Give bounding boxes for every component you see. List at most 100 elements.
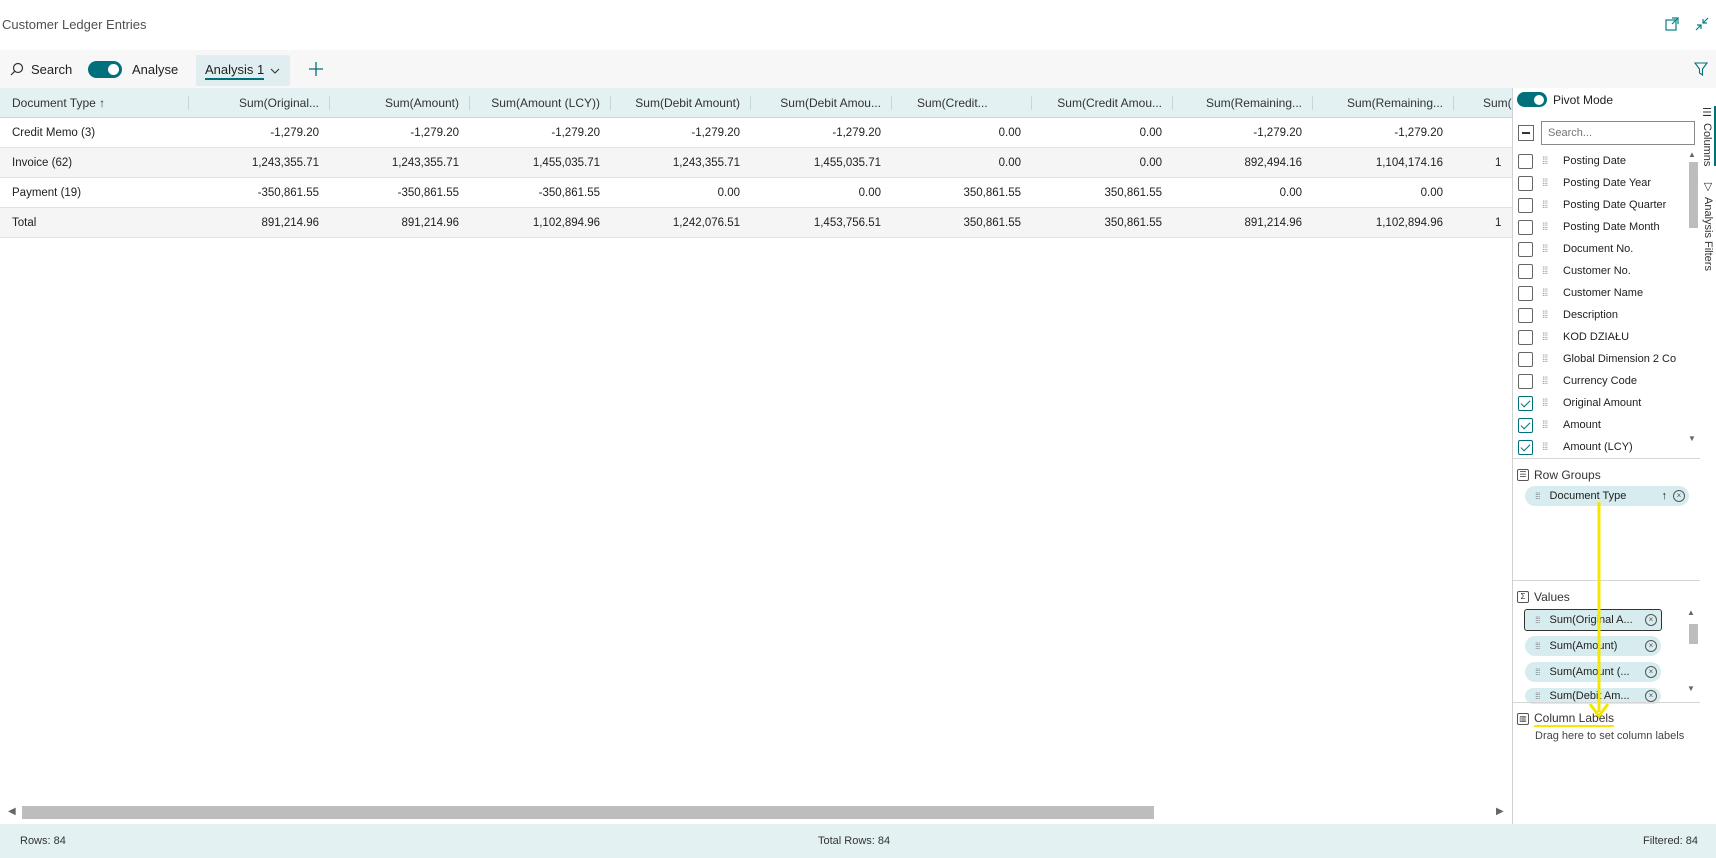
column-search-input[interactable] <box>1541 121 1695 145</box>
header-document-type[interactable]: Document Type ↑ <box>2 88 188 118</box>
scrollbar-thumb[interactable] <box>22 806 1154 819</box>
collapse-icon[interactable] <box>1694 16 1710 32</box>
remove-icon[interactable]: × <box>1645 640 1657 652</box>
scroll-down-icon[interactable]: ▼ <box>1688 434 1696 443</box>
header-cell[interactable]: Sum(Debit Amount) <box>610 88 750 118</box>
scroll-up-icon[interactable]: ▲ <box>1687 608 1695 617</box>
header-cell[interactable]: Sum(Original... <box>189 88 329 118</box>
header-cell[interactable]: Sum(Remaining... <box>1172 88 1312 118</box>
value-chip[interactable]: ⁞⁞⁞ Sum(Amount (... × <box>1525 662 1661 682</box>
column-list-scrollbar[interactable]: ▲ ▼ <box>1685 150 1701 446</box>
horizontal-scrollbar[interactable]: ◀ ▶ <box>0 802 1512 822</box>
remove-icon[interactable]: × <box>1673 490 1685 502</box>
column-item[interactable]: ⁞⁞⁞ Posting Date <box>1513 150 1685 172</box>
scroll-up-icon[interactable]: ▲ <box>1688 150 1696 159</box>
drag-handle-icon[interactable]: ⁞⁞⁞ <box>1542 222 1548 233</box>
remove-icon[interactable]: × <box>1645 614 1657 626</box>
column-item[interactable]: ⁞⁞⁞ Amount (LCY) <box>1513 436 1685 456</box>
checkbox[interactable] <box>1518 351 1533 367</box>
column-item[interactable]: ⁞⁞⁞ Document No. <box>1513 238 1685 260</box>
chevron-down-icon[interactable] <box>270 66 280 76</box>
header-cell[interactable]: Sum(Remaining... <box>1312 88 1453 118</box>
row-group-chip[interactable]: ⁞⁞⁞ Document Type ↑ × <box>1525 486 1689 506</box>
tab-analysis-filters[interactable]: ▽ Analysis Filters <box>1700 180 1716 300</box>
drag-handle-icon[interactable]: ⁞⁞⁞ <box>1535 491 1540 501</box>
checkbox[interactable] <box>1518 373 1533 389</box>
search-button[interactable]: Search <box>10 50 72 88</box>
table-row[interactable]: Credit Memo (3) -1,279.20 -1,279.20 -1,2… <box>0 118 1512 148</box>
remove-icon[interactable]: × <box>1645 690 1657 702</box>
column-item[interactable]: ⁞⁞⁞ Customer No. <box>1513 260 1685 282</box>
column-item[interactable]: ⁞⁞⁞ Customer Name <box>1513 282 1685 304</box>
header-cell[interactable]: Sum(Amount) <box>329 88 469 118</box>
table-row[interactable]: Invoice (62) 1,243,355.71 1,243,355.71 1… <box>0 148 1512 178</box>
drag-handle-icon[interactable]: ⁞⁞⁞ <box>1542 376 1548 387</box>
header-cell[interactable]: Sum( <box>1453 88 1512 118</box>
checkbox-checked[interactable] <box>1518 439 1533 455</box>
drag-handle-icon[interactable]: ⁞⁞⁞ <box>1542 178 1548 189</box>
scrollbar-thumb[interactable] <box>1689 624 1698 644</box>
column-item[interactable]: ⁞⁞⁞ Description <box>1513 304 1685 326</box>
checkbox[interactable] <box>1518 197 1533 213</box>
column-item[interactable]: ⁞⁞⁞ Posting Date Quarter <box>1513 194 1685 216</box>
scrollbar-thumb[interactable] <box>1689 162 1698 228</box>
checkbox-checked[interactable] <box>1518 417 1533 433</box>
column-item[interactable]: ⁞⁞⁞ KOD DZIAŁU <box>1513 326 1685 348</box>
column-item[interactable]: ⁞⁞⁞ Posting Date Year <box>1513 172 1685 194</box>
checkbox-checked[interactable] <box>1518 395 1533 411</box>
pivot-mode-switch[interactable] <box>1517 92 1547 107</box>
select-all-checkbox[interactable] <box>1518 125 1534 141</box>
table-row-total[interactable]: Total 891,214.96 891,214.96 1,102,894.96… <box>0 208 1512 238</box>
add-tab-button[interactable] <box>308 50 324 88</box>
open-new-window-icon[interactable] <box>1664 16 1680 32</box>
scroll-right-icon[interactable]: ▶ <box>1496 806 1504 817</box>
drag-handle-icon[interactable]: ⁞⁞⁞ <box>1535 667 1540 677</box>
table-row[interactable]: Payment (19) -350,861.55 -350,861.55 -35… <box>0 178 1512 208</box>
drag-handle-icon[interactable]: ⁞⁞⁞ <box>1542 244 1548 255</box>
drag-handle-icon[interactable]: ⁞⁞⁞ <box>1542 442 1548 453</box>
checkbox[interactable] <box>1518 241 1533 257</box>
header-cell[interactable]: Sum(Debit Amou... <box>750 88 891 118</box>
checkbox[interactable] <box>1518 285 1533 301</box>
checkbox[interactable] <box>1518 329 1533 345</box>
checkbox[interactable] <box>1518 153 1533 169</box>
column-item[interactable]: ⁞⁞⁞ Currency Code <box>1513 370 1685 392</box>
scroll-left-icon[interactable]: ◀ <box>8 806 16 817</box>
value-chip[interactable]: ⁞⁞⁞ Sum(Amount) × <box>1525 636 1661 656</box>
drag-handle-icon[interactable]: ⁞⁞⁞ <box>1542 310 1548 321</box>
analyse-switch[interactable] <box>88 60 122 78</box>
checkbox[interactable] <box>1518 307 1533 323</box>
checkbox[interactable] <box>1518 175 1533 191</box>
analyse-toggle[interactable]: Analyse <box>88 50 178 88</box>
cell: -1,279.20 <box>410 127 459 139</box>
drag-handle-icon[interactable]: ⁞⁞⁞ <box>1535 641 1540 651</box>
column-item[interactable]: ⁞⁞⁞ Global Dimension 2 Co <box>1513 348 1685 370</box>
drag-handle-icon[interactable]: ⁞⁞⁞ <box>1542 200 1548 211</box>
header-cell[interactable]: Sum(Amount (LCY)) <box>469 88 610 118</box>
drag-handle-icon[interactable]: ⁞⁞⁞ <box>1542 288 1548 299</box>
drag-handle-icon[interactable]: ⁞⁞⁞ <box>1535 615 1540 625</box>
column-labels-drop-zone[interactable]: Drag here to set column labels <box>1535 730 1684 742</box>
checkbox[interactable] <box>1518 219 1533 235</box>
drag-handle-icon[interactable]: ⁞⁞⁞ <box>1542 266 1548 277</box>
drag-handle-icon[interactable]: ⁞⁞⁞ <box>1542 156 1548 167</box>
column-item[interactable]: ⁞⁞⁞ Original Amount <box>1513 392 1685 414</box>
remove-icon[interactable]: × <box>1645 666 1657 678</box>
header-cell[interactable]: Sum(Credit... <box>891 88 1031 118</box>
tab-analysis-1[interactable]: Analysis 1 <box>196 55 290 86</box>
drag-handle-icon[interactable]: ⁞⁞⁞ <box>1542 398 1548 409</box>
drag-handle-icon[interactable]: ⁞⁞⁞ <box>1535 691 1540 701</box>
column-item[interactable]: ⁞⁞⁞ Posting Date Month <box>1513 216 1685 238</box>
scroll-down-icon[interactable]: ▼ <box>1687 684 1695 693</box>
tab-columns[interactable]: ☰ Columns <box>1700 106 1716 166</box>
value-chip[interactable]: ⁞⁞⁞ Sum(Original A... × <box>1524 609 1662 631</box>
drag-handle-icon[interactable]: ⁞⁞⁞ <box>1542 354 1548 365</box>
sort-asc-icon[interactable]: ↑ <box>1662 490 1668 502</box>
drag-handle-icon[interactable]: ⁞⁞⁞ <box>1542 332 1548 343</box>
drag-handle-icon[interactable]: ⁞⁞⁞ <box>1542 420 1548 431</box>
pivot-mode-toggle[interactable]: Pivot Mode <box>1517 92 1613 107</box>
header-cell[interactable]: Sum(Credit Amou... <box>1031 88 1172 118</box>
checkbox[interactable] <box>1518 263 1533 279</box>
filter-button[interactable] <box>1694 50 1708 88</box>
column-item[interactable]: ⁞⁞⁞ Amount <box>1513 414 1685 436</box>
